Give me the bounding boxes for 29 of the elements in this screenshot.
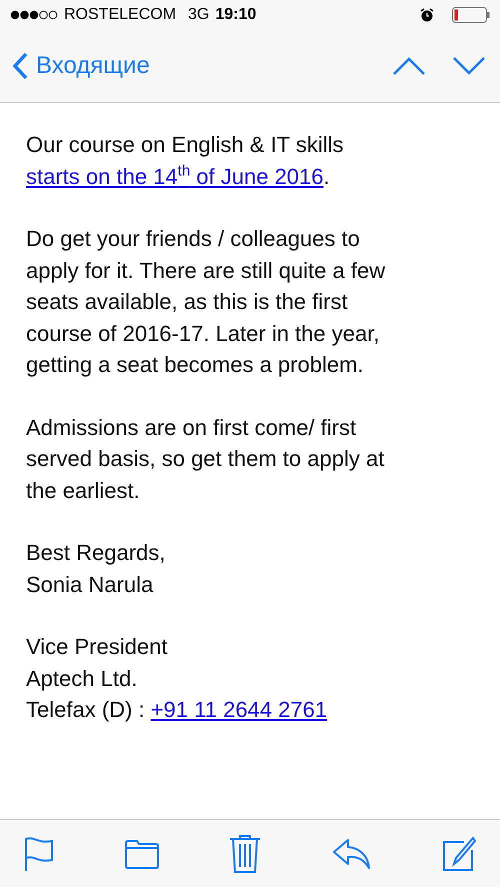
alarm-icon bbox=[420, 8, 434, 22]
flag-button[interactable] bbox=[24, 836, 54, 872]
folder-button[interactable] bbox=[124, 838, 158, 868]
carrier-name: ROSTELECOM bbox=[64, 6, 176, 24]
message-paragraph: Vice President Aptech Ltd. Telefax (D) : +91 11 2644 2761 bbox=[26, 633, 328, 724]
link[interactable]: +91 11 2644 2761 bbox=[150, 697, 328, 722]
back-button[interactable]: Входящие bbox=[12, 52, 150, 80]
message-paragraph: Best Regards, Sonia Narula bbox=[26, 539, 166, 598]
network-type: 3G bbox=[188, 6, 210, 24]
folder-icon bbox=[124, 838, 158, 868]
message-paragraph: Our course on English & IT skills starts on the 14$^{th}$ of June 2016. bbox=[26, 131, 344, 190]
chevron-up-icon bbox=[392, 56, 426, 76]
message-paragraph: Do get your friends / colleagues to apply for it. There are still quite a few seats available, as this is the first course of 2016-17. Later in the year, getting a seat becomes a problem. bbox=[26, 225, 386, 379]
clock-time: 19:10 bbox=[215, 6, 256, 24]
signal-icon bbox=[10, 10, 58, 20]
delete-button[interactable] bbox=[229, 834, 261, 874]
chevron-down-icon bbox=[452, 56, 486, 76]
link[interactable]: starts on the 14$^{th}$ of June 2016 bbox=[26, 164, 324, 188]
reply-icon bbox=[332, 838, 372, 870]
chevron-left-icon bbox=[12, 52, 28, 80]
next-message-button[interactable] bbox=[452, 56, 486, 76]
compose-button[interactable] bbox=[442, 836, 476, 872]
trash-icon bbox=[229, 834, 261, 874]
message-paragraph: Admissions are on first come/ first served basis, so get them to apply at the earliest. bbox=[26, 414, 386, 504]
flag-icon bbox=[24, 836, 54, 872]
reply-button[interactable] bbox=[332, 838, 372, 870]
previous-message-button[interactable] bbox=[392, 56, 426, 76]
compose-icon bbox=[442, 836, 476, 872]
battery-icon bbox=[452, 7, 490, 23]
